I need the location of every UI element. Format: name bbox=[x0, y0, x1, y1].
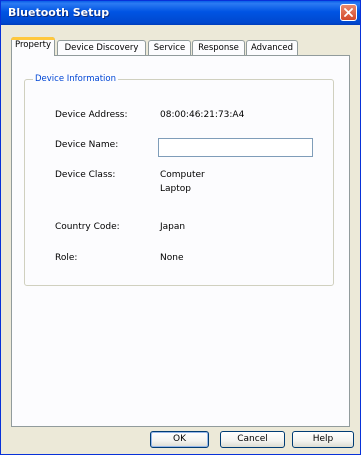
tab-property[interactable]: Property bbox=[11, 37, 55, 56]
title-bar[interactable]: Bluetooth Setup bbox=[1, 1, 360, 25]
device-name-input[interactable] bbox=[158, 138, 313, 157]
help-button[interactable]: Help bbox=[292, 431, 354, 448]
country-code-value: Japan bbox=[160, 222, 186, 232]
device-class-label: Device Class: bbox=[55, 170, 116, 180]
group-title: Device Information bbox=[33, 74, 118, 84]
device-class-value-secondary: Laptop bbox=[160, 184, 191, 194]
role-value: None bbox=[160, 253, 184, 263]
tab-service[interactable]: Service bbox=[148, 40, 191, 55]
country-code-label: Country Code: bbox=[55, 222, 120, 232]
tab-device-discovery-label: Device Discovery bbox=[64, 43, 139, 53]
device-name-label: Device Name: bbox=[55, 140, 119, 150]
close-button[interactable] bbox=[340, 4, 357, 21]
device-address-value: 08:00:46:21:73:A4 bbox=[160, 110, 245, 120]
tab-response[interactable]: Response bbox=[192, 40, 245, 55]
close-icon bbox=[344, 8, 353, 17]
device-address-label: Device Address: bbox=[55, 110, 128, 120]
ok-button[interactable]: OK bbox=[150, 431, 209, 448]
tab-property-label: Property bbox=[15, 40, 51, 50]
tab-device-discovery[interactable]: Device Discovery bbox=[57, 40, 146, 55]
tab-service-label: Service bbox=[153, 43, 186, 53]
device-class-value-primary: Computer bbox=[160, 170, 205, 180]
role-label: Role: bbox=[55, 253, 78, 263]
tab-advanced[interactable]: Advanced bbox=[246, 40, 298, 55]
cancel-button[interactable]: Cancel bbox=[220, 431, 285, 448]
tab-advanced-label: Advanced bbox=[251, 43, 293, 53]
window-title: Bluetooth Setup bbox=[8, 6, 110, 19]
tab-response-label: Response bbox=[198, 43, 239, 53]
